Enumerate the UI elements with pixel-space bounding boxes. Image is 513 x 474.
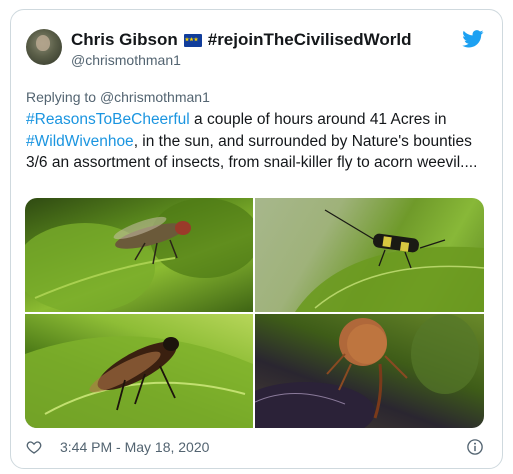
photo-fly-on-leaf[interactable] bbox=[25, 314, 253, 428]
photo-snail-killer-fly[interactable] bbox=[25, 198, 253, 312]
eu-flag-icon bbox=[183, 33, 202, 47]
author-handle[interactable]: @chrismothman1 bbox=[71, 52, 411, 68]
photo-black-yellow-bug[interactable] bbox=[255, 198, 484, 312]
display-name-hashtag[interactable]: #rejoinTheCivilisedWorld bbox=[208, 30, 412, 50]
reply-context: Replying to @chrismothman1 bbox=[26, 89, 210, 105]
hashtag-wild-wivenhoe[interactable]: #WildWivenhoe bbox=[26, 133, 134, 150]
avatar[interactable] bbox=[26, 29, 62, 65]
tweet-text-part1: a couple of hours around 41 Acres in bbox=[189, 111, 447, 128]
media-grid bbox=[25, 198, 484, 428]
tweet-header: Chris Gibson #rejoinTheCivilisedWorld @c… bbox=[26, 28, 488, 72]
photo-acorn-weevil[interactable] bbox=[255, 314, 484, 428]
tweet-timestamp[interactable]: 3:44 PM - May 18, 2020 bbox=[60, 439, 209, 455]
hashtag-reasons-to-be-cheerful[interactable]: #ReasonsToBeCheerful bbox=[26, 111, 190, 128]
heart-icon[interactable] bbox=[26, 439, 42, 455]
tweet-footer: 3:44 PM - May 18, 2020 bbox=[26, 437, 488, 457]
display-name[interactable]: Chris Gibson bbox=[71, 30, 178, 50]
reply-prefix: Replying to bbox=[26, 89, 100, 105]
tweet-card: Chris Gibson #rejoinTheCivilisedWorld @c… bbox=[10, 9, 503, 469]
author-names[interactable]: Chris Gibson #rejoinTheCivilisedWorld @c… bbox=[71, 30, 411, 68]
tweet-text: #ReasonsToBeCheerful a couple of hours a… bbox=[26, 109, 486, 174]
info-icon[interactable] bbox=[466, 438, 484, 456]
twitter-bird-icon[interactable] bbox=[462, 30, 484, 48]
reply-mention[interactable]: @chrismothman1 bbox=[100, 89, 210, 105]
